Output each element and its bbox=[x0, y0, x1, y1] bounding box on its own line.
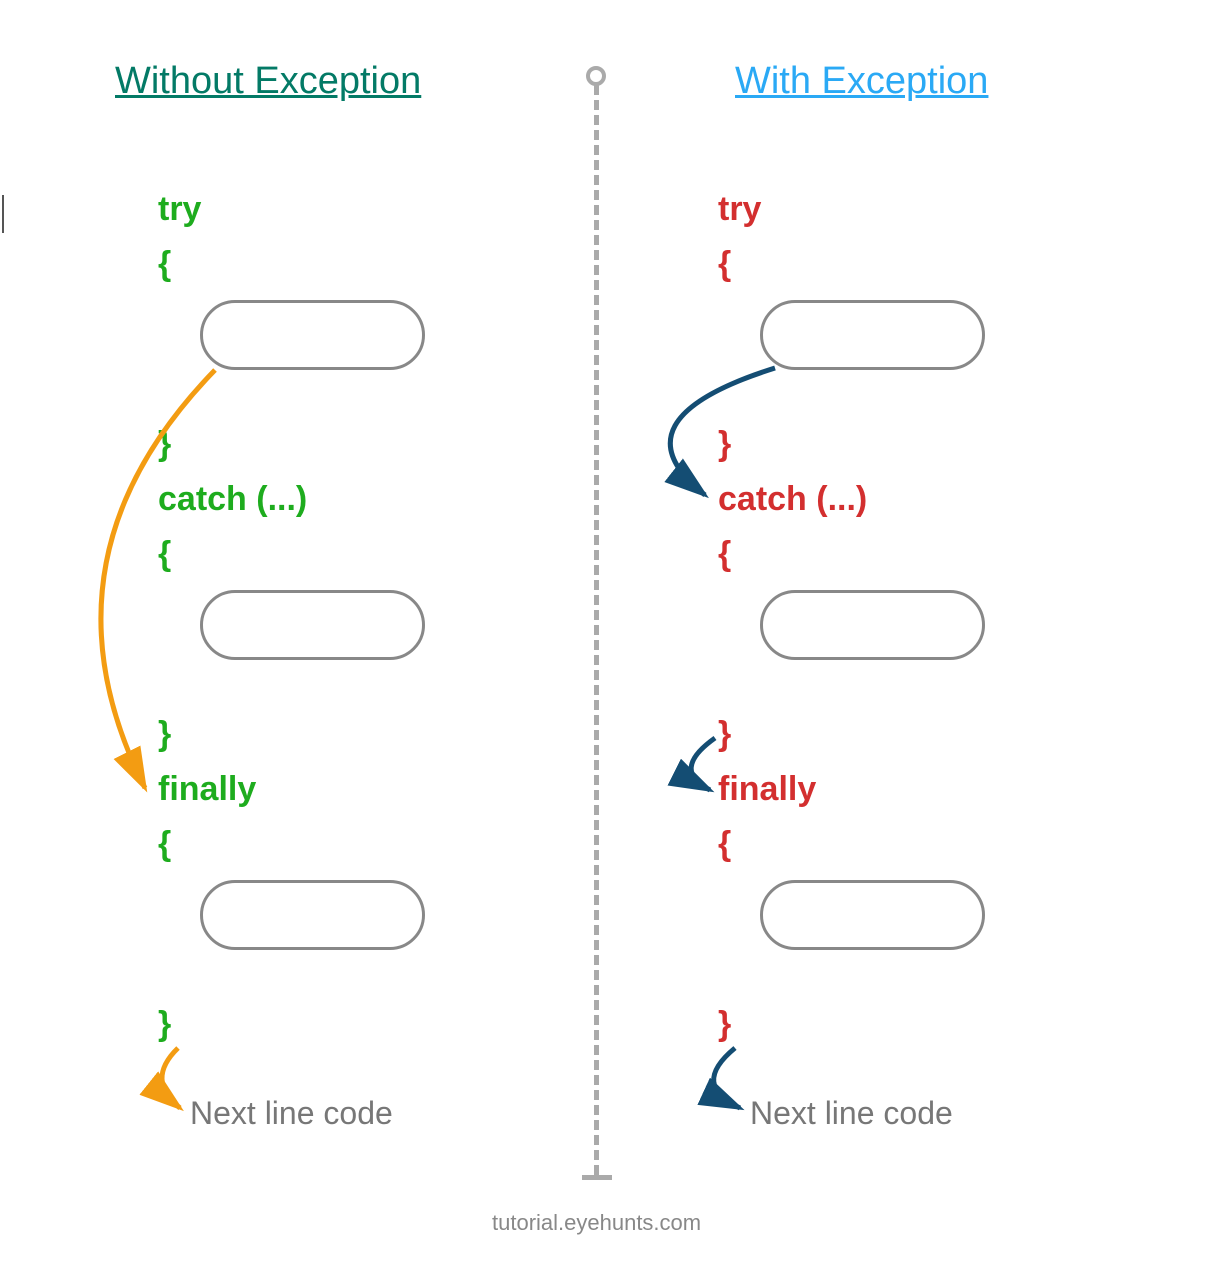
right-arrow-finally-to-next bbox=[0, 0, 1210, 1276]
footer-credit: tutorial.eyehunts.com bbox=[492, 1210, 701, 1236]
